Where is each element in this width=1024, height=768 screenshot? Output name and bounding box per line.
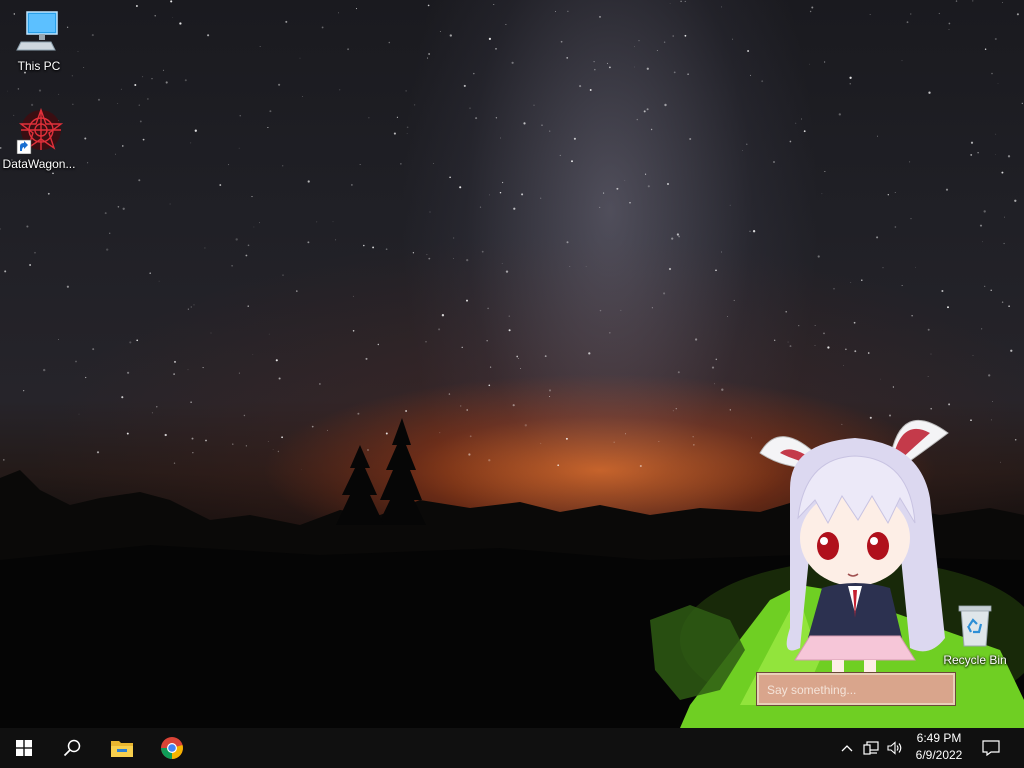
clock-time: 6:49 PM bbox=[916, 731, 962, 745]
start-icon bbox=[16, 740, 32, 756]
start-button[interactable] bbox=[0, 728, 48, 768]
search-button[interactable] bbox=[48, 728, 96, 768]
taskbar: 6:49 PM 6/9/2022 bbox=[0, 728, 1024, 768]
action-center-button[interactable] bbox=[978, 728, 1004, 768]
desktop-icon-label: DataWagon... bbox=[2, 157, 76, 171]
chrome-icon bbox=[161, 737, 183, 759]
file-explorer-icon bbox=[111, 741, 133, 757]
desktop-icon-label: This PC bbox=[17, 59, 61, 73]
volume-button[interactable] bbox=[883, 728, 907, 768]
network-icon bbox=[863, 741, 879, 755]
search-icon bbox=[63, 739, 81, 757]
show-hidden-icons-button[interactable] bbox=[835, 728, 859, 768]
taskbar-clock[interactable]: 6:49 PM 6/9/2022 bbox=[906, 730, 972, 766]
this-pc-icon bbox=[15, 8, 63, 56]
network-button[interactable] bbox=[859, 728, 883, 768]
volume-icon bbox=[887, 741, 902, 755]
mascot-say-input[interactable]: Say something... bbox=[756, 672, 956, 706]
desktop: This PC DataWagon... Recycle Bin Say som… bbox=[0, 0, 1024, 728]
file-explorer-button[interactable] bbox=[98, 728, 146, 768]
chevron-up-icon bbox=[841, 745, 853, 752]
desktop-icon-this-pc[interactable]: This PC bbox=[1, 8, 77, 73]
datawagon-icon bbox=[15, 106, 64, 155]
clock-date: 6/9/2022 bbox=[915, 748, 963, 762]
desktop-icon-datawagon[interactable]: DataWagon... bbox=[1, 106, 77, 171]
action-center-icon bbox=[982, 740, 1000, 756]
mascot-say-placeholder: Say something... bbox=[767, 683, 857, 697]
desktop-mascot[interactable] bbox=[750, 398, 960, 698]
bunny-girl-character bbox=[759, 419, 949, 692]
chrome-button[interactable] bbox=[148, 728, 196, 768]
